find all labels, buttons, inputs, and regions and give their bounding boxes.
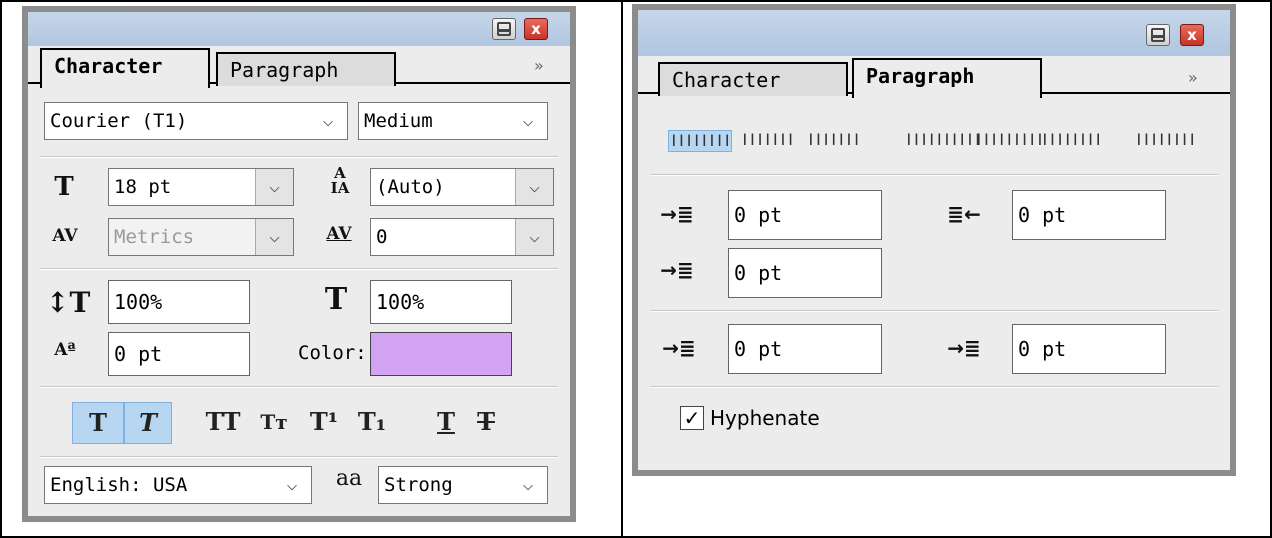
chevron-down-icon: ⌵ — [515, 169, 553, 205]
chevron-down-icon: ⌵ — [515, 219, 553, 255]
paragraph-panel: x Character Paragraph » ǀǀǀǀǀǀǀǀ ǀǀǀǀǀǀǀ… — [632, 4, 1236, 476]
close-icon[interactable]: x — [1180, 24, 1204, 46]
font-family-dropdown[interactable]: Courier (T1) ⌵ — [44, 102, 348, 140]
panel-title-bar[interactable] — [28, 12, 570, 46]
tab-character[interactable]: Character — [40, 48, 210, 88]
font-style-dropdown[interactable]: Medium ⌵ — [358, 102, 548, 140]
baseline-shift-icon: Aª — [54, 340, 76, 360]
align-center-icon[interactable]: ǀǀǀǀǀǀǀ — [740, 130, 796, 152]
indent-first-line-input[interactable]: 0 pt — [728, 248, 882, 298]
character-panel: x Character Paragraph » Courier (T1) ⌵ M… — [22, 6, 576, 522]
language-dropdown[interactable]: English: USA ⌵ — [44, 466, 312, 504]
tab-bar: Character Paragraph » — [638, 56, 1230, 98]
indent-left-input[interactable]: 0 pt — [728, 190, 882, 240]
vertical-scale-input[interactable]: 100% — [108, 280, 250, 324]
separator — [650, 310, 1218, 312]
align-right-icon[interactable]: ǀǀǀǀǀǀǀ — [806, 130, 861, 152]
leading-value: (Auto) — [376, 176, 445, 198]
panel-divider — [621, 0, 623, 538]
space-before-icon: →≣ — [662, 336, 696, 360]
indent-left-icon: →≣ — [660, 202, 694, 226]
justify-all-icon[interactable]: ǀǀǀǀǀǀǀǀ — [1134, 130, 1197, 152]
leading-dropdown[interactable]: (Auto) ⌵ — [370, 168, 554, 206]
chevron-down-icon: ⌵ — [522, 110, 534, 131]
separator — [40, 456, 558, 458]
tab-paragraph[interactable]: Paragraph — [216, 52, 396, 86]
font-size-value: 18 pt — [114, 176, 172, 198]
color-swatch[interactable] — [370, 332, 512, 376]
panel-menu-icon[interactable]: » — [534, 56, 544, 75]
antialias-dropdown[interactable]: Strong ⌵ — [378, 466, 548, 504]
chevron-down-icon: ⌵ — [522, 474, 534, 495]
tab-bar: Character Paragraph » — [28, 46, 570, 88]
chevron-down-icon: ⌵ — [322, 110, 334, 131]
kerning-dropdown[interactable]: Metrics ⌵ — [108, 218, 294, 256]
subscript-button[interactable]: T₁ — [352, 402, 392, 444]
small-caps-button[interactable]: Tт — [254, 402, 294, 444]
space-after-input[interactable]: 0 pt — [1012, 324, 1166, 374]
tracking-icon: AV — [326, 224, 352, 244]
indent-first-line-icon: →≣ — [660, 258, 694, 282]
minimize-icon[interactable] — [1146, 24, 1170, 46]
horizontal-scale-input[interactable]: 100% — [370, 280, 512, 324]
separator — [40, 386, 558, 388]
close-icon[interactable]: x — [524, 18, 548, 40]
kerning-icon: AV — [52, 226, 78, 246]
antialias-value: Strong — [384, 474, 453, 496]
font-family-value: Courier (T1) — [50, 110, 188, 132]
panel-menu-icon[interactable]: » — [1188, 68, 1198, 87]
faux-italic-button[interactable]: T — [124, 402, 172, 444]
vertical-scale-icon: ↕T — [46, 286, 91, 319]
character-panel-body: Character Paragraph » Courier (T1) ⌵ Med… — [28, 46, 570, 516]
chevron-down-icon: ⌵ — [286, 474, 298, 495]
horizontal-scale-icon: T — [324, 282, 348, 317]
font-size-dropdown[interactable]: 18 pt ⌵ — [108, 168, 294, 206]
color-label: Color: — [298, 342, 367, 364]
chevron-down-icon: ⌵ — [255, 219, 293, 255]
font-size-icon: T — [54, 172, 74, 202]
space-after-icon: →≣ — [947, 336, 981, 360]
kerning-value: Metrics — [114, 226, 195, 248]
superscript-button[interactable]: T¹ — [304, 402, 344, 444]
font-style-value: Medium — [364, 110, 433, 132]
paragraph-panel-body: Character Paragraph » ǀǀǀǀǀǀǀǀ ǀǀǀǀǀǀǀ ǀ… — [638, 56, 1230, 470]
antialias-icon: aa — [335, 466, 363, 491]
justify-last-right-icon[interactable]: ǀǀǀǀǀǀǀǀ — [1040, 130, 1103, 152]
justify-last-left-icon[interactable]: ǀǀǀǀǀǀǀǀǀǀ — [904, 130, 982, 152]
separator — [650, 174, 1218, 176]
align-left-icon[interactable]: ǀǀǀǀǀǀǀǀ — [668, 130, 732, 152]
strikethrough-button[interactable]: T — [466, 402, 506, 444]
underline-button[interactable]: T — [426, 402, 466, 444]
minimize-icon[interactable] — [492, 18, 516, 40]
baseline-shift-input[interactable]: 0 pt — [108, 332, 250, 376]
tab-character[interactable]: Character — [658, 62, 848, 96]
chevron-down-icon: ⌵ — [255, 169, 293, 205]
faux-bold-button[interactable]: T — [72, 402, 124, 444]
leading-icon: A IA — [330, 164, 350, 197]
panel-title-bar[interactable] — [638, 10, 1230, 56]
language-value: English: USA — [50, 474, 188, 496]
indent-right-input[interactable]: 0 pt — [1012, 190, 1166, 240]
tab-paragraph[interactable]: Paragraph — [852, 58, 1042, 98]
hyphenate-label[interactable]: Hyphenate — [710, 406, 820, 430]
hyphenate-checkbox[interactable]: ✓ — [680, 406, 704, 430]
tracking-dropdown[interactable]: 0 ⌵ — [370, 218, 554, 256]
justify-last-center-icon[interactable]: ǀǀǀǀǀǀǀǀǀ — [974, 130, 1045, 152]
indent-right-icon: ≣← — [947, 202, 981, 226]
all-caps-button[interactable]: TT — [200, 402, 246, 444]
separator — [40, 156, 558, 158]
separator — [650, 386, 1218, 388]
space-before-input[interactable]: 0 pt — [728, 324, 882, 374]
separator — [40, 268, 558, 270]
tracking-value: 0 — [376, 226, 388, 248]
